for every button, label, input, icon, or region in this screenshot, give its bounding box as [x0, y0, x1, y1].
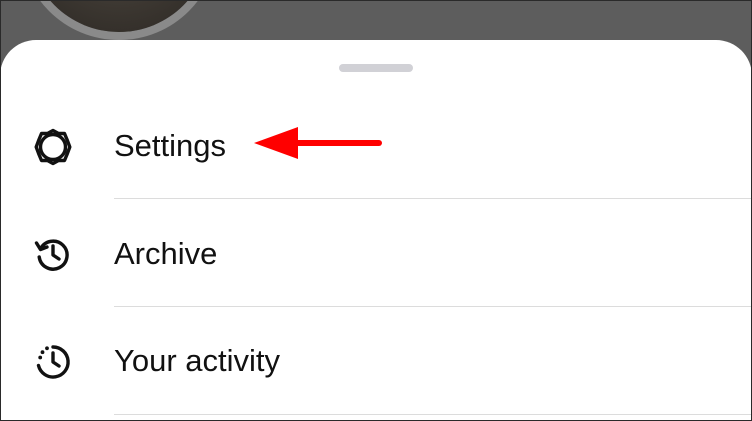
archive-history-icon	[33, 235, 73, 275]
menu-item-label: Archive	[114, 236, 218, 271]
menu-item-label: Settings	[114, 128, 227, 163]
menu-item-archive[interactable]: Archive	[0, 201, 752, 307]
menu-item-your-activity[interactable]: Your activity	[0, 308, 752, 414]
menu-divider	[114, 198, 752, 199]
settings-gear-icon	[33, 127, 73, 167]
sheet-grab-handle[interactable]	[339, 64, 413, 72]
activity-clock-icon	[33, 342, 73, 382]
screen: Settings Archive Your activity	[0, 0, 752, 421]
profile-avatar	[28, 0, 210, 32]
menu-item-label: Your activity	[114, 343, 280, 378]
bottom-sheet-menu: Settings Archive Your activity	[0, 40, 752, 421]
menu-divider	[114, 306, 752, 307]
red-arrow-icon	[254, 127, 382, 159]
menu-divider	[114, 414, 752, 415]
